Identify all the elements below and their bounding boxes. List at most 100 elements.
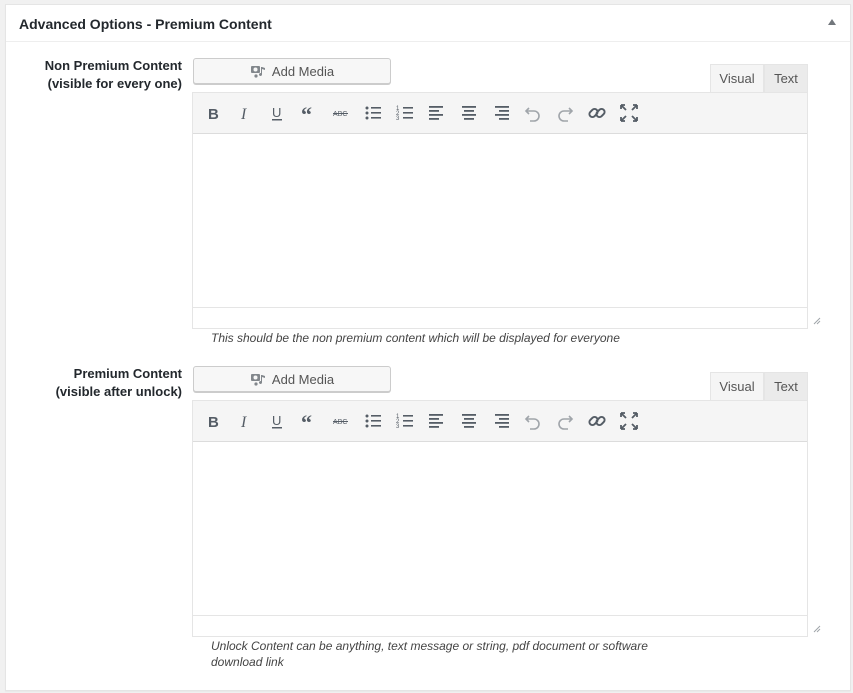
align-left-button[interactable]	[426, 102, 448, 124]
blockquote-icon: “	[301, 103, 312, 123]
label-line-1: Premium Content	[73, 366, 182, 381]
resize-handle-icon[interactable]	[813, 317, 821, 325]
svg-text:B: B	[208, 414, 219, 431]
resize-handle-icon[interactable]	[813, 625, 821, 633]
bullet-list-button[interactable]	[362, 102, 384, 124]
underline-icon: U	[272, 413, 282, 429]
tab-visual[interactable]: Visual	[710, 64, 764, 92]
svg-text:U: U	[272, 105, 281, 120]
editor-toolbar: B I U “ ABC 1 2 3	[193, 401, 807, 442]
premium-description: Unlock Content can be anything, text mes…	[211, 638, 648, 670]
svg-text:I: I	[240, 106, 247, 123]
tab-visual[interactable]: Visual	[710, 372, 764, 400]
add-media-button[interactable]: Add Media	[193, 58, 391, 84]
premium-content-label: Premium Content (visible after unlock)	[6, 365, 182, 401]
media-icon	[250, 374, 265, 386]
editor-statusbar	[193, 307, 807, 328]
align-center-icon	[462, 106, 476, 120]
description-line-2: download link	[211, 655, 284, 669]
svg-text:“: “	[301, 411, 312, 431]
blockquote-icon: “	[301, 411, 312, 431]
non-premium-description: This should be the non premium content w…	[211, 331, 620, 345]
fullscreen-icon	[620, 412, 638, 430]
align-center-icon	[462, 414, 476, 428]
add-media-label: Add Media	[271, 63, 335, 79]
description-line-1: Unlock Content can be anything, text mes…	[211, 639, 648, 653]
underline-button[interactable]: U	[266, 410, 288, 432]
metabox-title: Advanced Options - Premium Content	[19, 16, 272, 32]
numbered-list-button[interactable]: 123	[394, 102, 416, 124]
align-right-button[interactable]	[490, 410, 512, 432]
svg-text:U: U	[272, 413, 281, 428]
collapse-toggle-icon[interactable]	[828, 19, 836, 25]
bold-button[interactable]: B	[202, 102, 224, 124]
svg-text:“: “	[301, 103, 312, 123]
tab-text[interactable]: Text	[764, 64, 808, 92]
blockquote-button[interactable]: “	[298, 102, 320, 124]
numbered-list-icon: 123	[396, 414, 413, 430]
align-right-icon	[495, 106, 509, 120]
bold-icon: B	[208, 106, 219, 123]
align-left-icon	[429, 414, 443, 428]
strikethrough-button[interactable]: ABC	[330, 410, 352, 432]
bullet-list-button[interactable]	[362, 410, 384, 432]
blockquote-button[interactable]: “	[298, 410, 320, 432]
fullscreen-button[interactable]	[618, 410, 640, 432]
italic-button[interactable]: I	[234, 102, 256, 124]
fullscreen-button[interactable]	[618, 102, 640, 124]
svg-text:ABC: ABC	[333, 419, 347, 426]
align-center-button[interactable]	[458, 102, 480, 124]
label-line-2: (visible for every one)	[47, 76, 182, 91]
undo-icon	[524, 107, 540, 122]
redo-button[interactable]	[554, 102, 576, 124]
media-icon	[250, 66, 265, 78]
metabox-header[interactable]: Advanced Options - Premium Content	[6, 5, 850, 42]
bullet-list-icon	[365, 414, 381, 428]
numbered-list-icon: 123	[396, 106, 413, 122]
label-line-2: (visible after unlock)	[55, 384, 182, 399]
editor-content-area[interactable]	[193, 134, 807, 308]
svg-text:ABC: ABC	[333, 111, 347, 118]
underline-button[interactable]: U	[266, 102, 288, 124]
link-button[interactable]	[586, 410, 608, 432]
numbered-list-button[interactable]: 123	[394, 410, 416, 432]
strikethrough-icon: ABC	[333, 111, 348, 118]
italic-button[interactable]: I	[234, 410, 256, 432]
undo-button[interactable]	[522, 102, 544, 124]
link-button[interactable]	[586, 102, 608, 124]
redo-icon	[558, 415, 574, 430]
editor-toolbar: B I U “ ABC 1 2 3	[193, 93, 807, 134]
premium-editor: B I U “ ABC 1 2 3	[192, 400, 808, 637]
bold-icon: B	[208, 414, 219, 431]
fullscreen-icon	[620, 104, 638, 122]
underline-icon: U	[272, 105, 282, 121]
undo-button[interactable]	[522, 410, 544, 432]
align-center-button[interactable]	[458, 410, 480, 432]
svg-text:3: 3	[396, 116, 400, 122]
add-media-button[interactable]: Add Media	[193, 366, 391, 392]
italic-icon: I	[240, 414, 247, 431]
bold-button[interactable]: B	[202, 410, 224, 432]
svg-text:3: 3	[396, 424, 400, 430]
editor-statusbar	[193, 615, 807, 636]
link-icon	[588, 415, 606, 427]
bullet-list-icon	[365, 106, 381, 120]
italic-icon: I	[240, 106, 247, 123]
non-premium-content-label: Non Premium Content (visible for every o…	[6, 57, 182, 93]
redo-icon	[558, 107, 574, 122]
link-icon	[588, 107, 606, 119]
redo-button[interactable]	[554, 410, 576, 432]
align-right-button[interactable]	[490, 102, 512, 124]
add-media-label: Add Media	[271, 371, 335, 387]
align-left-icon	[429, 106, 443, 120]
editor-content-area[interactable]	[193, 442, 807, 616]
align-right-icon	[495, 414, 509, 428]
non-premium-editor: B I U “ ABC 1 2 3	[192, 92, 808, 329]
strikethrough-button[interactable]: ABC	[330, 102, 352, 124]
svg-text:B: B	[208, 106, 219, 123]
undo-icon	[524, 415, 540, 430]
align-left-button[interactable]	[426, 410, 448, 432]
strikethrough-icon: ABC	[333, 419, 348, 426]
label-line-1: Non Premium Content	[44, 58, 182, 73]
tab-text[interactable]: Text	[764, 372, 808, 400]
